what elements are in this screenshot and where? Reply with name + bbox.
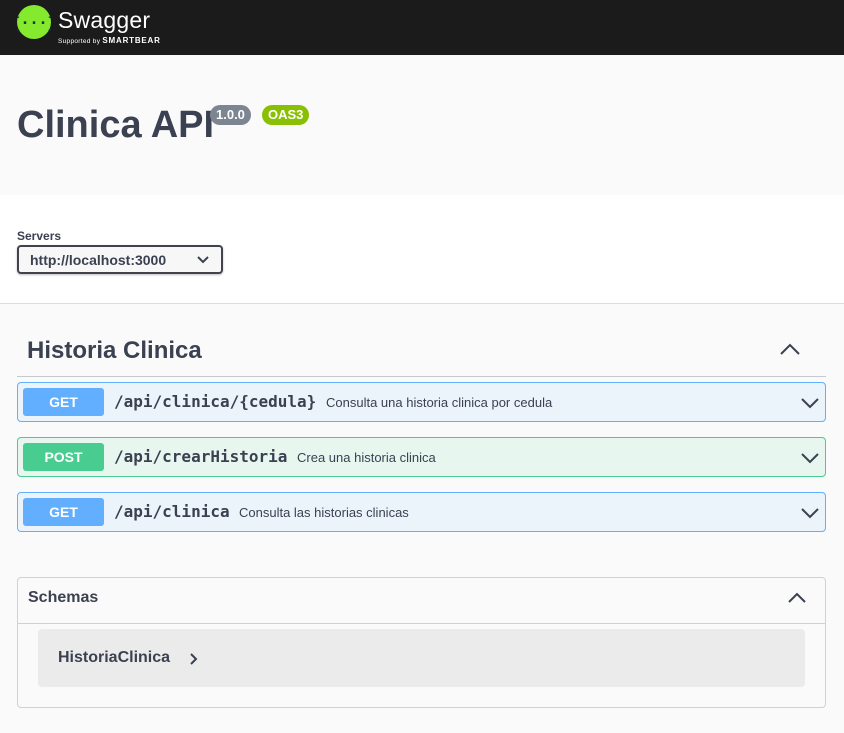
chevron-right-icon[interactable] — [189, 653, 198, 665]
servers-label: Servers — [17, 229, 62, 243]
servers-select[interactable]: http://localhost:3000 — [17, 245, 223, 274]
chevron-down-icon[interactable] — [800, 393, 820, 413]
tag-divider — [17, 376, 826, 377]
oas-badge: OAS3 — [262, 105, 310, 125]
swagger-logo-icon[interactable]: {···} — [17, 5, 51, 39]
schemas-title[interactable]: Schemas — [28, 589, 98, 607]
operation-summary: Crea una historia clinica — [297, 450, 436, 465]
chevron-up-icon[interactable] — [778, 337, 802, 361]
servers-section: Servers http://localhost:3000 — [0, 195, 844, 304]
operation-path: /api/clinica — [114, 502, 230, 521]
operation-get-clinica-cedula[interactable]: GET /api/clinica/{cedula} Consulta una h… — [17, 382, 826, 422]
schemas-divider — [18, 623, 825, 624]
version-badge: 1.0.0 — [210, 105, 251, 125]
model-name: HistoriaClinica — [58, 649, 171, 666]
tag-title[interactable]: Historia Clinica — [27, 337, 202, 365]
logo-text: Swagger — [58, 7, 151, 33]
schemas-section: Schemas HistoriaClinica — [17, 577, 826, 708]
operation-path: /api/clinica/{cedula} — [114, 392, 317, 411]
model-historia-clinica[interactable]: HistoriaClinica — [38, 629, 805, 687]
servers-selected-value: http://localhost:3000 — [30, 252, 167, 268]
method-badge: POST — [23, 443, 104, 471]
operation-get-clinica[interactable]: GET /api/clinica Consulta las historias … — [17, 492, 826, 532]
operation-summary: Consulta las historias clinicas — [239, 505, 409, 520]
logo-sub-prefix: Supported by — [58, 38, 101, 45]
topbar: {···} Swagger Supported by SMARTBEAR — [0, 0, 844, 55]
method-badge: GET — [23, 498, 104, 526]
chevron-down-icon[interactable] — [800, 503, 820, 523]
operation-path: /api/crearHistoria — [114, 447, 288, 466]
api-title: Clinica API — [17, 104, 215, 146]
method-badge: GET — [23, 388, 104, 416]
operation-post-crear-historia[interactable]: POST /api/crearHistoria Crea una histori… — [17, 437, 826, 477]
chevron-down-icon[interactable] — [800, 448, 820, 468]
info-section: Clinica API 1.0.0 OAS3 — [0, 55, 844, 195]
svg-text:{···}: {···} — [17, 14, 51, 32]
operation-summary: Consulta una historia clinica por cedula — [326, 395, 553, 410]
chevron-down-icon — [197, 256, 209, 264]
logo-sub-brand: SMARTBEAR — [102, 36, 161, 45]
logo-subtitle: Supported by SMARTBEAR — [58, 36, 161, 45]
chevron-up-icon[interactable] — [787, 588, 807, 608]
